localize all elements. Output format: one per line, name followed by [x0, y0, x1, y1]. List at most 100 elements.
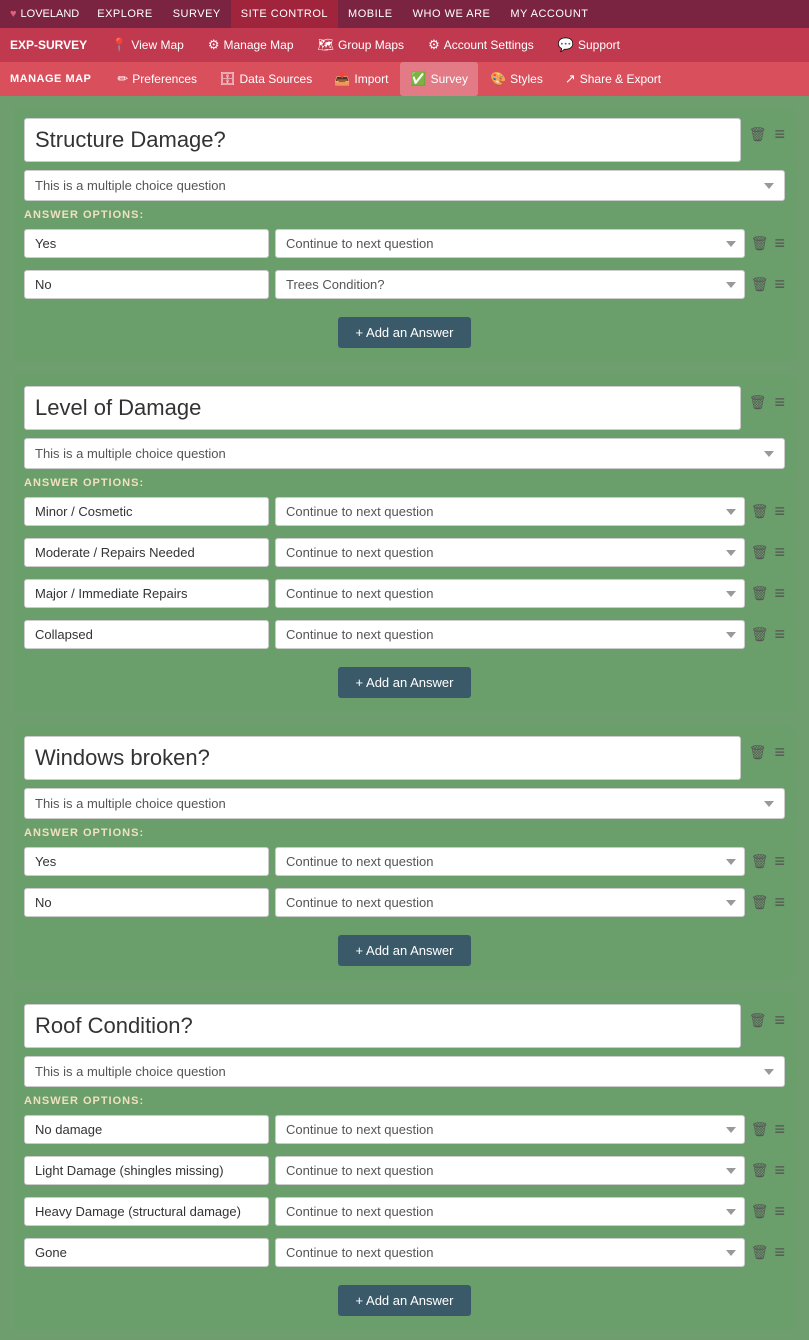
drag-answer-button-3-0[interactable]: [774, 1119, 785, 1140]
db-icon: [219, 71, 236, 87]
question-card-0: This is a multiple choice question ANSWER…: [14, 106, 795, 362]
nav-account-settings[interactable]: Account Settings: [418, 28, 544, 62]
nav-my-account[interactable]: MY ACCOUNT: [500, 8, 598, 20]
drag-answer-button-2-1[interactable]: [774, 892, 785, 913]
answer-text-input-0-0[interactable]: [24, 229, 269, 258]
delete-answer-button-3-0[interactable]: [751, 1121, 769, 1139]
add-answer-button-2[interactable]: + Add an Answer: [338, 935, 472, 966]
question-type-select-0[interactable]: This is a multiple choice question: [24, 170, 785, 201]
answer-jump-select-0-1[interactable]: Trees Condition?: [275, 270, 745, 299]
nav-share-export[interactable]: Share & Export: [555, 62, 671, 96]
nav-preferences[interactable]: Preferences: [107, 62, 207, 96]
answer-jump-select-3-3[interactable]: Continue to next question: [275, 1238, 745, 1267]
nav-support[interactable]: Support: [548, 28, 630, 62]
answer-text-input-1-1[interactable]: [24, 538, 269, 567]
delete-answer-button-3-2[interactable]: [751, 1203, 769, 1221]
answer-jump-select-2-1[interactable]: Continue to next question: [275, 888, 745, 917]
answer-text-input-2-1[interactable]: [24, 888, 269, 917]
delete-answer-button-2-1[interactable]: [751, 894, 769, 912]
style-icon: [490, 71, 506, 87]
logo[interactable]: ♥ LOVELAND: [10, 8, 87, 20]
menu-question-button-2[interactable]: [774, 742, 785, 763]
answer-options-label-2: ANSWER OPTIONS:: [24, 827, 785, 839]
delete-answer-button-1-2[interactable]: [751, 585, 769, 603]
drag-answer-button-1-2[interactable]: [774, 583, 785, 604]
answer-row-icons-1-3: [751, 624, 785, 645]
delete-answer-button-1-0[interactable]: [751, 503, 769, 521]
nav-manage-map[interactable]: Manage Map: [198, 28, 304, 62]
answer-jump-select-3-0[interactable]: Continue to next question: [275, 1115, 745, 1144]
delete-answer-button-1-1[interactable]: [751, 544, 769, 562]
drag-answer-button-0-0[interactable]: [774, 233, 785, 254]
answer-jump-select-3-1[interactable]: Continue to next question: [275, 1156, 745, 1185]
answer-options-label-0: ANSWER OPTIONS:: [24, 209, 785, 221]
answer-jump-select-3-2[interactable]: Continue to next question: [275, 1197, 745, 1226]
question-card-3: This is a multiple choice questionANSWER…: [14, 992, 795, 1330]
drag-answer-button-1-0[interactable]: [774, 501, 785, 522]
answer-text-input-0-1[interactable]: [24, 270, 269, 299]
delete-answer-button-3-3[interactable]: [751, 1244, 769, 1262]
answer-text-input-1-2[interactable]: [24, 579, 269, 608]
delete-answer-button-0-1[interactable]: [751, 276, 769, 294]
answer-text-input-3-3[interactable]: [24, 1238, 269, 1267]
answer-jump-select-2-0[interactable]: Continue to next question: [275, 847, 745, 876]
nav-view-map[interactable]: View Map: [101, 28, 194, 62]
answer-text-input-3-0[interactable]: [24, 1115, 269, 1144]
question-type-select-3[interactable]: This is a multiple choice question: [24, 1056, 785, 1087]
acct-icon: [428, 37, 440, 53]
nav-data-sources[interactable]: Data Sources: [209, 62, 322, 96]
nav-mobile[interactable]: MOBILE: [338, 8, 403, 20]
delete-answer-button-3-1[interactable]: [751, 1162, 769, 1180]
delete-question-button-2[interactable]: [749, 744, 767, 762]
drag-answer-button-3-1[interactable]: [774, 1160, 785, 1181]
answer-jump-select-1-2[interactable]: Continue to next question: [275, 579, 745, 608]
question-title-input-1[interactable]: [24, 386, 741, 430]
menu-question-button-3[interactable]: [774, 1010, 785, 1031]
drag-answer-button-0-1[interactable]: [774, 274, 785, 295]
answer-text-input-1-3[interactable]: [24, 620, 269, 649]
answer-text-input-2-0[interactable]: [24, 847, 269, 876]
answer-jump-select-0-0[interactable]: Continue to next question: [275, 229, 745, 258]
question-title-input-3[interactable]: [24, 1004, 741, 1048]
question-type-select-2[interactable]: This is a multiple choice question: [24, 788, 785, 819]
nav-group-maps[interactable]: Group Maps: [308, 28, 415, 62]
answer-jump-select-1-0[interactable]: Continue to next question: [275, 497, 745, 526]
nav-survey[interactable]: SURVEY: [163, 8, 231, 20]
answer-row-1-2: Continue to next question: [24, 579, 785, 608]
second-nav: EXP-SURVEY View Map Manage Map Group Map…: [0, 28, 809, 62]
add-answer-button-0[interactable]: + Add an Answer: [338, 317, 472, 348]
drag-answer-button-2-0[interactable]: [774, 851, 785, 872]
nav-styles[interactable]: Styles: [480, 62, 553, 96]
delete-answer-button-1-3[interactable]: [751, 626, 769, 644]
nav-explore[interactable]: EXPLORE: [87, 8, 162, 20]
nav-who-we-are[interactable]: WHO WE ARE: [403, 8, 501, 20]
delete-question-button-0[interactable]: [749, 126, 767, 144]
card-header-row-2: [24, 736, 785, 780]
answer-jump-select-1-3[interactable]: Continue to next question: [275, 620, 745, 649]
answer-row-icons-1-2: [751, 583, 785, 604]
add-answer-button-1[interactable]: + Add an Answer: [338, 667, 472, 698]
question-title-input-2[interactable]: [24, 736, 741, 780]
answer-text-input-3-2[interactable]: [24, 1197, 269, 1226]
question-type-select-1[interactable]: This is a multiple choice question: [24, 438, 785, 469]
menu-question-button-0[interactable]: [774, 124, 785, 145]
nav-survey-tab[interactable]: Survey: [400, 62, 478, 96]
delete-answer-button-0-0[interactable]: [751, 235, 769, 253]
question-title-input-0[interactable]: [24, 118, 741, 162]
delete-question-button-1[interactable]: [749, 394, 767, 412]
nav-import[interactable]: Import: [324, 62, 398, 96]
nav-site-control[interactable]: SITE CONTROL: [231, 0, 338, 28]
answer-jump-select-1-1[interactable]: Continue to next question: [275, 538, 745, 567]
drag-answer-button-1-3[interactable]: [774, 624, 785, 645]
drag-answer-button-3-3[interactable]: [774, 1242, 785, 1263]
answer-row-icons-2-1: [751, 892, 785, 913]
drag-answer-button-3-2[interactable]: [774, 1201, 785, 1222]
card-header-row-3: [24, 1004, 785, 1048]
answer-row-3-2: Continue to next question: [24, 1197, 785, 1226]
answer-text-input-3-1[interactable]: [24, 1156, 269, 1185]
delete-answer-button-2-0[interactable]: [751, 853, 769, 871]
menu-question-button-1[interactable]: [774, 392, 785, 413]
add-answer-button-3[interactable]: + Add an Answer: [338, 1285, 472, 1316]
drag-answer-button-1-1[interactable]: [774, 542, 785, 563]
answer-text-input-1-0[interactable]: [24, 497, 269, 526]
